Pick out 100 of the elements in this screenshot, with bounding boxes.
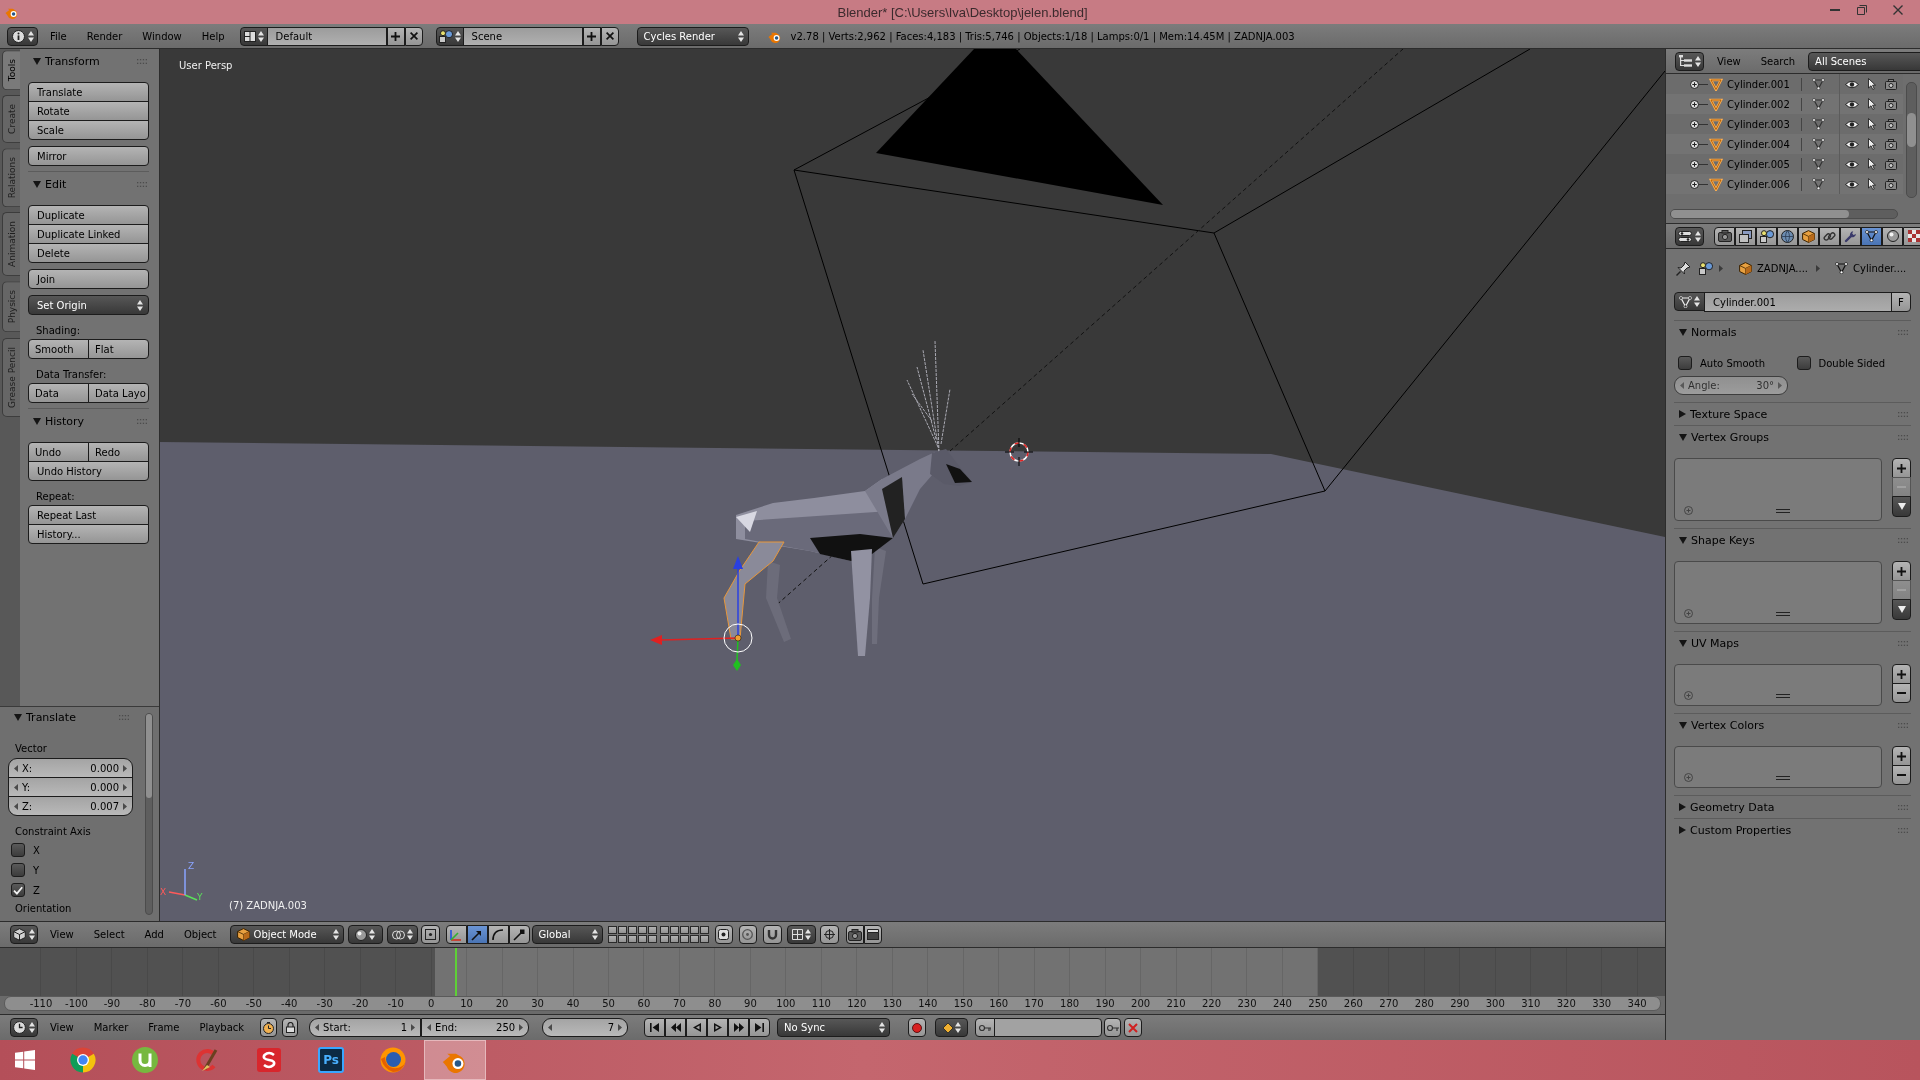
camera-icon[interactable] [1885,98,1897,110]
expand-icon[interactable] [1690,79,1708,89]
menu-item[interactable]: View [40,924,84,945]
menu-item[interactable]: Window [132,26,192,46]
dropdown[interactable]: Set Origin [28,295,149,315]
tool-tab[interactable]: Animation [2,212,20,277]
right-triangle-icon[interactable] [1679,826,1686,834]
tool-button[interactable]: Data [28,383,89,403]
menu-item[interactable]: View [40,1017,84,1038]
menu-item[interactable]: Playback [189,1017,255,1038]
manipulator-button[interactable] [487,925,509,944]
resize-grip-icon[interactable] [1775,775,1790,780]
keying-set-button[interactable] [975,1018,996,1037]
camera-icon[interactable] [1885,78,1897,90]
number-field[interactable]: Z: 0.007 [8,796,133,816]
down-triangle-icon[interactable] [33,180,41,188]
properties-tab[interactable] [1882,226,1903,246]
remove-button[interactable] [1892,683,1911,703]
panel-title[interactable]: Texture Space [1690,407,1768,421]
down-triangle-icon[interactable] [14,713,22,721]
number-field[interactable]: Y: 0.000 [8,777,133,797]
tool-tab[interactable]: Tools [2,50,20,91]
tool-tab[interactable]: Physics [2,281,20,333]
panel-title[interactable]: UV Maps [1691,636,1740,650]
eye-icon[interactable] [1845,99,1859,109]
resize-grip-icon[interactable] [1775,508,1790,513]
scrollbar[interactable] [1670,209,1898,219]
resize-grip-icon[interactable] [1775,693,1790,698]
down-triangle-icon[interactable] [33,57,41,65]
menu-item[interactable]: Marker [83,1017,139,1038]
number-field[interactable]: X: 0.000 [8,758,133,778]
properties-tab[interactable] [1714,226,1735,246]
expand-icon[interactable] [1690,119,1708,129]
menu-item[interactable]: Select [83,924,135,945]
end-frame-field[interactable]: End: 250 [421,1018,530,1037]
eye-icon[interactable] [1845,79,1859,89]
sync-dropdown[interactable]: No Sync [777,1018,891,1037]
tool-button[interactable]: Duplicate Linked [28,224,149,244]
properties-tab[interactable] [1735,226,1756,246]
down-triangle-icon[interactable] [1679,639,1687,647]
taskbar-button[interactable]: Ps [300,1040,362,1080]
expand-icon[interactable] [1690,99,1708,109]
properties-tab[interactable] [1903,226,1920,246]
specials-menu-button[interactable] [1892,496,1911,517]
add-button[interactable] [1892,664,1911,684]
add-button[interactable] [1892,561,1911,581]
editor-type-button[interactable] [1675,51,1704,71]
eye-icon[interactable] [1845,159,1859,169]
editor-type-button[interactable] [10,1018,38,1037]
resize-grip-icon[interactable] [1775,611,1790,616]
layout-name-field[interactable]: Default [266,26,387,46]
add-button[interactable] [1892,458,1911,478]
editor-type-button[interactable] [10,925,38,944]
keyframe-type-dropdown[interactable] [935,1018,969,1037]
playback-button[interactable] [707,1018,729,1037]
snap-target-button[interactable] [819,925,839,944]
down-triangle-icon[interactable] [33,417,41,425]
manipulator-button[interactable] [466,925,488,944]
fake-user-button[interactable]: F [1891,292,1911,312]
expand-icon[interactable] [1690,159,1708,169]
panel-title[interactable]: Transform [45,54,100,68]
delete-keyframe-button[interactable] [1124,1018,1143,1037]
panel-title[interactable]: History [45,414,85,428]
tool-button[interactable]: History... [28,524,149,544]
tool-button[interactable]: Repeat Last [28,505,149,525]
scene-name-field[interactable]: Scene [462,26,583,46]
checkbox[interactable] [1678,356,1692,370]
playback-button[interactable] [728,1018,750,1037]
orientation-dropdown[interactable]: Global [531,925,603,944]
align-toggle-button[interactable] [420,925,440,944]
camera-icon[interactable] [1885,158,1897,170]
pointer-icon[interactable] [1868,98,1876,110]
editor-type-button[interactable] [7,26,38,46]
menu-item[interactable]: View [1707,51,1751,71]
render-image-button[interactable] [845,925,864,944]
pivot-dropdown[interactable] [386,925,418,944]
outliner-row[interactable]: Cylinder.002 [1666,94,1903,114]
panel-title[interactable]: Translate [26,710,76,724]
scrollbar[interactable] [1906,82,1917,198]
mesh-name-field[interactable]: Cylinder.001 [1704,292,1892,312]
3d-cursor-icon[interactable] [1004,437,1034,467]
eye-icon[interactable] [1845,139,1859,149]
tool-button[interactable]: Rotate [28,101,149,121]
outliner-row[interactable]: Cylinder.006 [1666,174,1903,194]
tool-button[interactable]: Duplicate [28,205,149,225]
properties-tab[interactable] [1756,226,1777,246]
menu-item[interactable]: File [40,26,77,46]
tool-button[interactable]: Mirror [28,146,149,166]
tool-button[interactable]: Delete [28,243,149,263]
menu-item[interactable]: Object [173,924,227,945]
tool-button[interactable]: Undo History [28,461,149,481]
panel-title[interactable]: Geometry Data [1690,800,1775,814]
record-button[interactable] [908,1018,927,1037]
down-triangle-icon[interactable] [1679,536,1687,544]
right-triangle-icon[interactable] [1679,803,1686,811]
preview-range-button[interactable] [260,1018,278,1037]
mesh-browse-button[interactable] [1674,292,1705,311]
render-animation-button[interactable] [863,925,882,944]
menu-item[interactable]: Add [134,924,174,945]
insert-keyframe-button[interactable] [1104,1018,1122,1037]
